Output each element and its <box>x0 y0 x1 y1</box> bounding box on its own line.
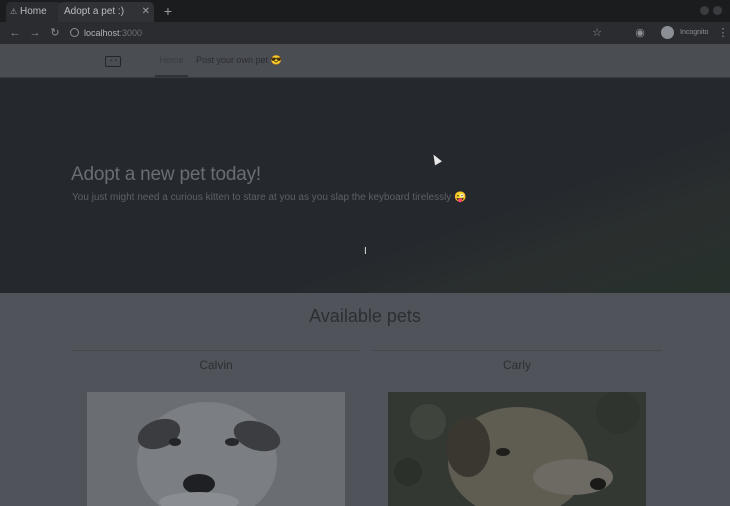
browser-toolbar: ← → ↻ localhost:3000 ☆ ◉ ⋮ <box>0 22 730 44</box>
new-tab-button[interactable]: + <box>160 2 176 20</box>
hero-banner: Adopt a new pet today! You just might ne… <box>0 78 730 293</box>
dog-photo-calvin <box>87 392 345 506</box>
reload-icon[interactable]: ↻ <box>48 22 62 44</box>
pet-photo-calvin[interactable] <box>87 392 345 506</box>
tab-close-icon[interactable]: ✕ <box>142 2 150 22</box>
extension-icon[interactable]: ◉ <box>633 22 647 44</box>
pet-card-carly-header[interactable]: Carly <box>372 350 662 378</box>
nav-link-post-pet[interactable]: Post your own pet 😎 <box>196 44 282 77</box>
pet-card-calvin-header[interactable]: Calvin <box>71 350 361 378</box>
back-arrow-icon[interactable]: ← <box>8 22 22 44</box>
tab-title: Adopt a pet :) <box>64 6 125 17</box>
page-favicon-icon: ⚠ <box>10 7 18 16</box>
section-title: Available pets <box>309 306 421 326</box>
tab-title: Home <box>20 6 47 17</box>
url-host: localhost <box>84 28 120 38</box>
browser-tab-strip: ⚠ Home Adopt a pet :) ✕ + <box>0 0 730 22</box>
url-port: :3000 <box>119 28 143 38</box>
profile-label: Incognito <box>680 29 709 36</box>
incognito-avatar-icon[interactable] <box>661 26 674 39</box>
site-navbar: ◔◔ Home Post your own pet 😎 <box>0 44 730 78</box>
browser-tab-adopt[interactable]: Adopt a pet :) ✕ <box>58 2 154 22</box>
hero-title: Adopt a new pet today! <box>71 164 261 185</box>
minimize-window-icon[interactable] <box>700 6 709 15</box>
site-info-icon[interactable] <box>70 28 79 37</box>
nav-link-home[interactable]: Home <box>155 44 188 77</box>
pet-photo-carly[interactable] <box>388 392 646 506</box>
mouse-pointer-icon <box>430 152 442 166</box>
forward-arrow-icon[interactable]: → <box>28 22 42 44</box>
bookmark-star-icon[interactable]: ☆ <box>590 22 604 44</box>
dog-logo-icon[interactable]: ◔◔ <box>105 56 121 67</box>
browser-tab-home[interactable]: ⚠ Home <box>6 2 62 22</box>
text-cursor-icon: I <box>364 246 367 257</box>
hero-subtitle: You just might need a curious kitten to … <box>72 192 467 203</box>
dog-photo-carly <box>388 392 646 506</box>
menu-kebab-icon[interactable]: ⋮ <box>716 22 730 44</box>
pets-section: Available pets Calvin Carly <box>0 293 730 506</box>
maximize-window-icon[interactable] <box>713 6 722 15</box>
address-bar[interactable]: localhost:3000 <box>70 25 610 41</box>
